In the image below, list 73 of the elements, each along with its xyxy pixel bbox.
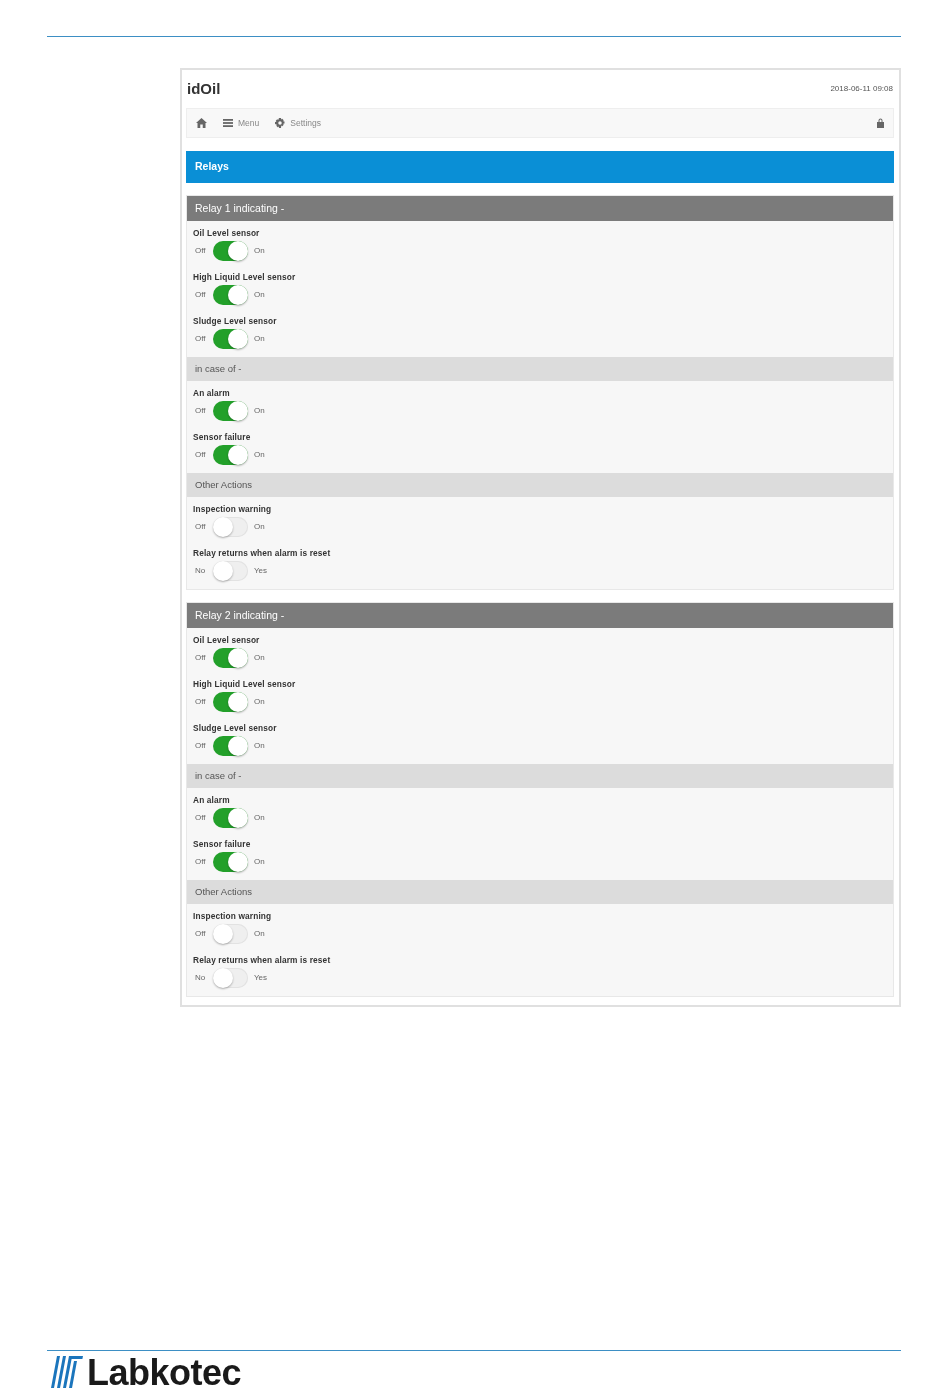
section-header: in case of - xyxy=(187,357,893,381)
brand-name: Labkotec xyxy=(87,1358,242,1388)
toggle-switch[interactable] xyxy=(213,561,248,581)
on-label: Yes xyxy=(254,973,268,983)
on-label: On xyxy=(254,522,265,532)
on-label: On xyxy=(254,450,265,460)
off-label: No xyxy=(194,973,207,983)
toggle-switch[interactable] xyxy=(213,648,248,668)
menu-link[interactable]: Menu xyxy=(223,117,260,129)
section-header: Other Actions xyxy=(187,473,893,497)
setting-label: Oil Level sensor xyxy=(193,227,260,239)
on-label: On xyxy=(254,929,265,939)
toggle-switch[interactable] xyxy=(213,401,248,421)
off-label: Off xyxy=(194,290,207,300)
app-title: idOil xyxy=(187,80,221,98)
setting-label: An alarm xyxy=(193,387,230,399)
menu-icon xyxy=(223,119,233,127)
setting-label: Sludge Level sensor xyxy=(193,722,277,734)
setting-label: Relay returns when alarm is reset xyxy=(193,547,331,559)
toggle-switch[interactable] xyxy=(213,924,248,944)
off-label: Off xyxy=(194,741,207,751)
toggle-switch[interactable] xyxy=(213,285,248,305)
off-label: Off xyxy=(194,246,207,256)
off-label: Off xyxy=(194,522,207,532)
on-label: On xyxy=(254,741,265,751)
setting-label: Oil Level sensor xyxy=(193,634,260,646)
off-label: No xyxy=(194,566,207,576)
on-label: Yes xyxy=(254,566,268,576)
setting-label: Sensor failure xyxy=(193,838,251,850)
date-time: 2018-06-11 09:08 xyxy=(830,84,893,94)
home-icon[interactable] xyxy=(196,118,207,128)
lock-icon[interactable] xyxy=(877,118,884,128)
on-label: On xyxy=(254,290,265,300)
setting-label: Inspection warning xyxy=(193,910,272,922)
section-header: in case of - xyxy=(187,764,893,788)
section-header: Other Actions xyxy=(187,880,893,904)
setting-label: High Liquid Level sensor xyxy=(193,271,296,283)
toggle-switch[interactable] xyxy=(213,445,248,465)
off-label: Off xyxy=(194,857,207,867)
setting-label: Sensor failure xyxy=(193,431,251,443)
on-label: On xyxy=(254,857,265,867)
on-label: On xyxy=(254,246,265,256)
on-label: On xyxy=(254,334,265,344)
toggle-switch[interactable] xyxy=(213,241,248,261)
setting-label: Relay returns when alarm is reset xyxy=(193,954,331,966)
toggle-switch[interactable] xyxy=(213,329,248,349)
relay-header: Relay 2 indicating - xyxy=(187,603,893,628)
on-label: On xyxy=(254,813,265,823)
on-label: On xyxy=(254,406,265,416)
off-label: Off xyxy=(194,406,207,416)
off-label: Off xyxy=(194,697,207,707)
off-label: Off xyxy=(194,929,207,939)
toggle-switch[interactable] xyxy=(213,692,248,712)
on-label: On xyxy=(254,653,265,663)
toggle-switch[interactable] xyxy=(213,517,248,537)
off-label: Off xyxy=(194,334,207,344)
toggle-switch[interactable] xyxy=(213,852,248,872)
setting-label: Inspection warning xyxy=(193,503,272,515)
off-label: Off xyxy=(194,653,207,663)
on-label: On xyxy=(254,697,265,707)
setting-label: An alarm xyxy=(193,794,230,806)
off-label: Off xyxy=(194,450,207,460)
relay-header: Relay 1 indicating - xyxy=(187,196,893,221)
page-title-bar: Relays xyxy=(186,151,894,183)
off-label: Off xyxy=(194,813,207,823)
toggle-switch[interactable] xyxy=(213,968,248,988)
setting-label: Sludge Level sensor xyxy=(193,315,277,327)
logo-icon xyxy=(51,1356,83,1388)
settings-icon xyxy=(275,118,286,128)
settings-link[interactable]: Settings xyxy=(275,117,321,129)
setting-label: High Liquid Level sensor xyxy=(193,678,296,690)
toggle-switch[interactable] xyxy=(213,736,248,756)
toggle-switch[interactable] xyxy=(213,808,248,828)
